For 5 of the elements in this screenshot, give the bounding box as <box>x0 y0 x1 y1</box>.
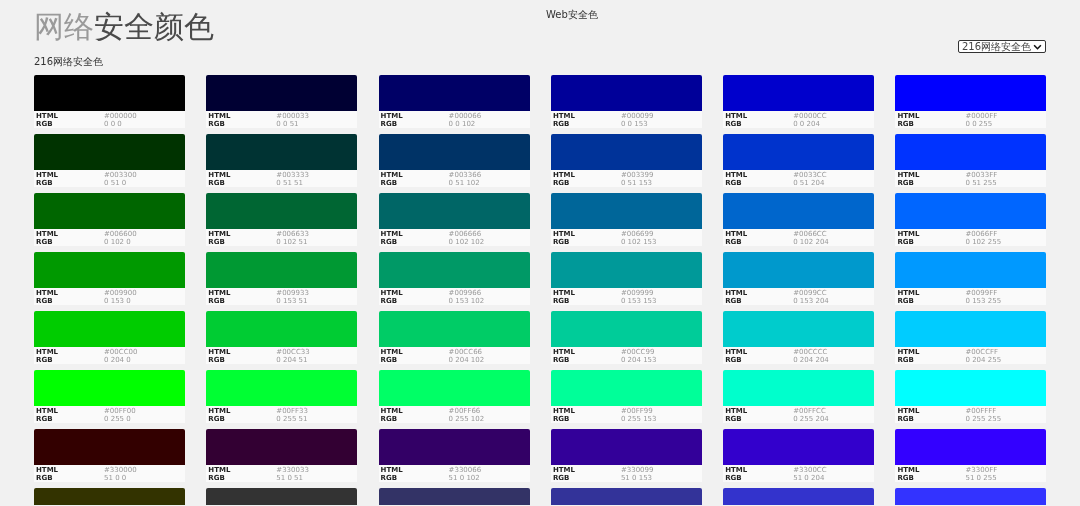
caret-icon <box>1033 43 1042 50</box>
page-title: 网络安全颜色 <box>34 10 214 46</box>
section-title: 216网络安全色 <box>34 56 104 68</box>
page-heading: Web安全色 <box>546 8 598 22</box>
dropdown[interactable]: 216网络安全色 <box>957 40 1046 53</box>
